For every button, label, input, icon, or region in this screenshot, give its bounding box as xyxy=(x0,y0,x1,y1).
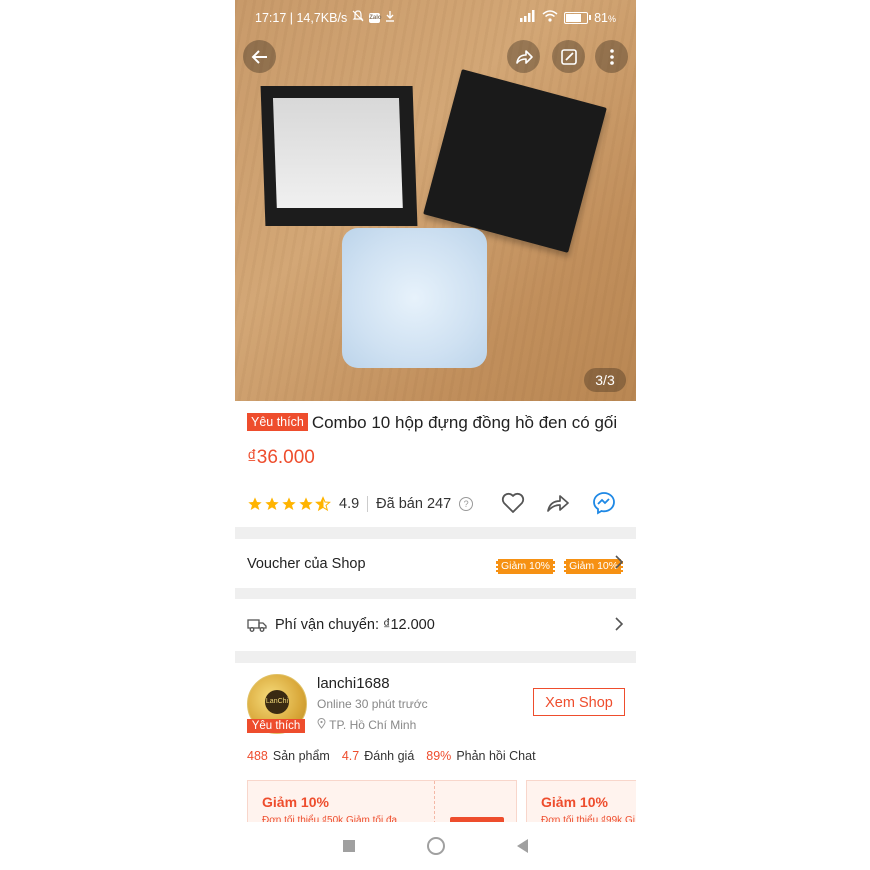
home-button[interactable] xyxy=(427,837,445,855)
back-icon xyxy=(251,49,267,64)
rating-stars xyxy=(247,496,331,512)
coupon-card[interactable]: Giảm 10% Đơn tối thiểu ₫99k Gi xyxy=(526,780,636,825)
shipping-row[interactable]: Phí vận chuyển: ₫12.000 xyxy=(235,600,636,650)
chevron-right-icon xyxy=(614,554,624,575)
star-icon xyxy=(299,497,313,510)
like-button[interactable] xyxy=(500,490,526,516)
mute-icon xyxy=(352,10,364,25)
shop-location-text: TP. Hồ Chí Minh xyxy=(329,718,417,732)
battery-percent: 81 xyxy=(594,10,608,25)
shop-stats: 488 Sản phẩm 4.7 Đánh giá 89% Phản hồi Chat xyxy=(247,749,536,763)
voucher-tag: Giảm 10% xyxy=(496,559,556,574)
shop-online-status: Online 30 phút trước xyxy=(317,697,428,711)
truck-icon xyxy=(247,617,267,633)
battery-icon xyxy=(564,11,592,24)
heart-icon xyxy=(501,492,525,513)
stat-products: 488 Sản phẩm xyxy=(247,749,330,763)
share-icon xyxy=(547,495,569,512)
download-icon xyxy=(385,10,395,25)
share-button[interactable] xyxy=(507,40,540,73)
product-title: Combo 10 hộp đựng đồng hồ đen có gối xyxy=(311,413,618,432)
stat-chat-response: 89% Phản hồi Chat xyxy=(426,749,536,763)
more-button[interactable] xyxy=(595,40,628,73)
share-product-button[interactable] xyxy=(545,490,571,516)
image-counter: 3/3 xyxy=(584,368,626,392)
star-icon xyxy=(282,497,296,510)
section-gap xyxy=(235,651,636,663)
recents-button[interactable] xyxy=(343,840,355,852)
shop-logo: LanChi xyxy=(265,690,289,714)
section-gap xyxy=(235,588,636,599)
voucher-label: Voucher của Shop xyxy=(247,556,366,572)
status-time: 17:17 | 14,7KB/s xyxy=(255,10,348,25)
location-pin-icon xyxy=(317,718,329,732)
favorite-badge: Yêu thích xyxy=(247,413,308,431)
half-star-icon xyxy=(315,496,331,512)
chevron-right-icon xyxy=(614,616,624,637)
divider xyxy=(367,496,369,512)
status-bar: 17:17 | 14,7KB/s Zalo 81% xyxy=(235,0,636,34)
more-icon xyxy=(609,48,614,65)
edit-button[interactable] xyxy=(552,40,585,73)
product-title-row: Yêu thích Combo 10 hộp đựng đồng hồ đen c… xyxy=(247,410,627,436)
shipping-fee: Phí vận chuyển: ₫12.000 xyxy=(275,617,435,633)
product-screen: 3/3 17:17 | 14,7KB/s Zalo 81% Yêu thích … xyxy=(235,0,636,870)
coupon-title: Giảm 10% xyxy=(262,794,329,810)
signal-icon xyxy=(520,10,536,25)
back-nav-button[interactable] xyxy=(517,839,528,853)
rating-value: 4.9 xyxy=(339,496,360,512)
share-icon xyxy=(515,49,533,64)
open-box-image xyxy=(260,86,418,226)
coupon-card[interactable]: Giảm 10% Đơn tối thiểu ₫50k Giảm tối đa xyxy=(247,780,517,825)
back-button[interactable] xyxy=(243,40,276,73)
zalo-icon: Zalo xyxy=(369,12,382,23)
messenger-button[interactable] xyxy=(591,490,617,516)
coupon-separator xyxy=(434,781,435,824)
battery-percent-suffix: % xyxy=(607,13,616,24)
section-gap xyxy=(235,527,636,539)
star-icon xyxy=(248,497,262,510)
stat-rating: 4.7 Đánh giá xyxy=(341,749,415,763)
system-nav-bar xyxy=(235,822,636,870)
coupon-title: Giảm 10% xyxy=(541,794,608,810)
shop-favorite-badge: Yêu thích xyxy=(247,719,305,733)
product-price: ₫36.000 xyxy=(247,447,315,468)
view-shop-button[interactable]: Xem Shop xyxy=(533,688,625,716)
messenger-icon xyxy=(593,492,615,515)
wifi-icon xyxy=(542,10,558,25)
pillow-image xyxy=(342,228,487,368)
sold-count: Đã bán 247 xyxy=(376,496,452,512)
shop-name[interactable]: lanchi1688 xyxy=(317,675,390,692)
star-icon xyxy=(265,497,279,510)
help-icon[interactable]: ? xyxy=(459,497,474,511)
shop-voucher-row[interactable]: Voucher của Shop Giảm 10% Giảm 10% xyxy=(235,540,636,588)
shop-location: TP. Hồ Chí Minh xyxy=(317,718,416,732)
edit-icon xyxy=(560,48,577,65)
